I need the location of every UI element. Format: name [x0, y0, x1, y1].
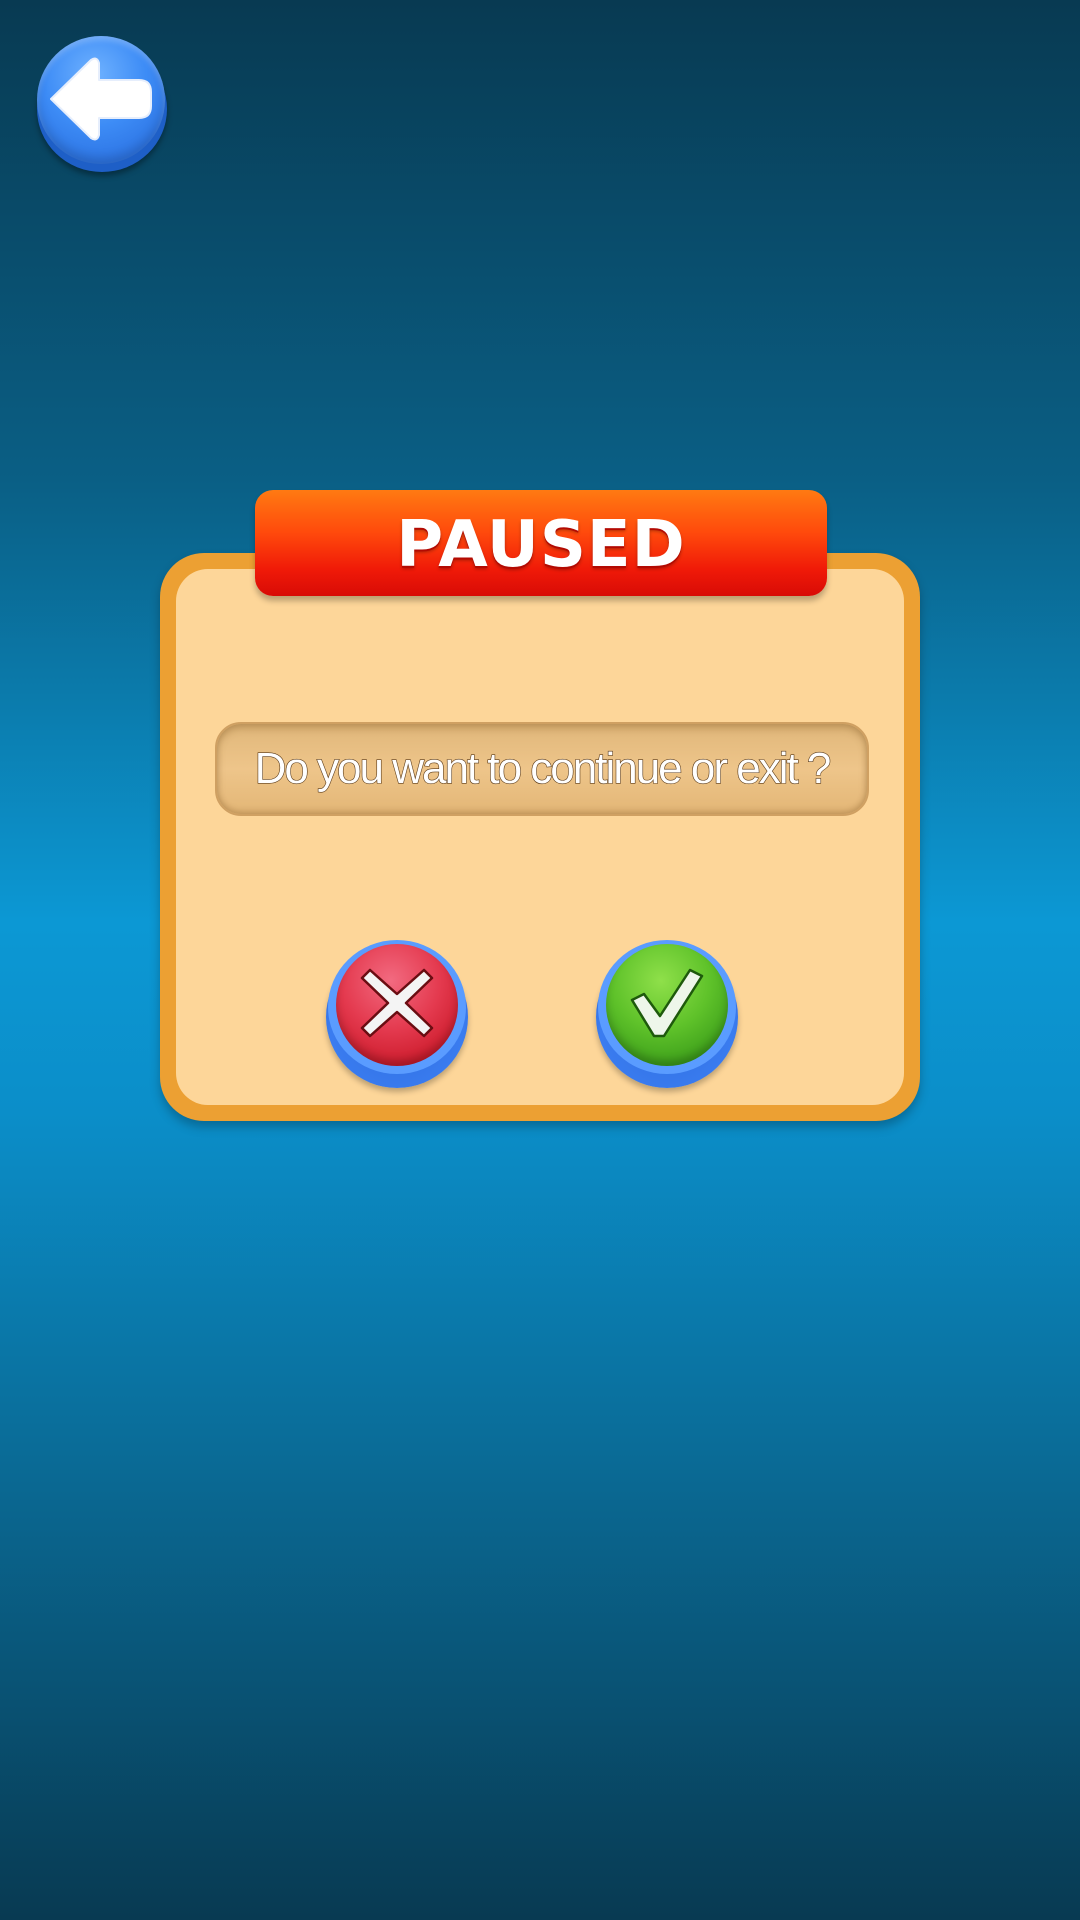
check-icon — [630, 968, 704, 1038]
close-icon — [360, 968, 434, 1038]
title-banner: PAUSED — [255, 490, 827, 596]
pause-dialog-body — [176, 569, 904, 1105]
back-button[interactable] — [37, 36, 167, 172]
continue-button[interactable] — [596, 940, 738, 1088]
message-box: Do you want to continue or exit ? — [215, 722, 869, 816]
pause-dialog — [160, 553, 920, 1121]
exit-button[interactable] — [326, 940, 468, 1088]
dialog-message: Do you want to continue or exit ? — [254, 743, 832, 793]
dialog-title: PAUSED — [396, 508, 686, 582]
arrow-left-icon — [50, 57, 152, 141]
